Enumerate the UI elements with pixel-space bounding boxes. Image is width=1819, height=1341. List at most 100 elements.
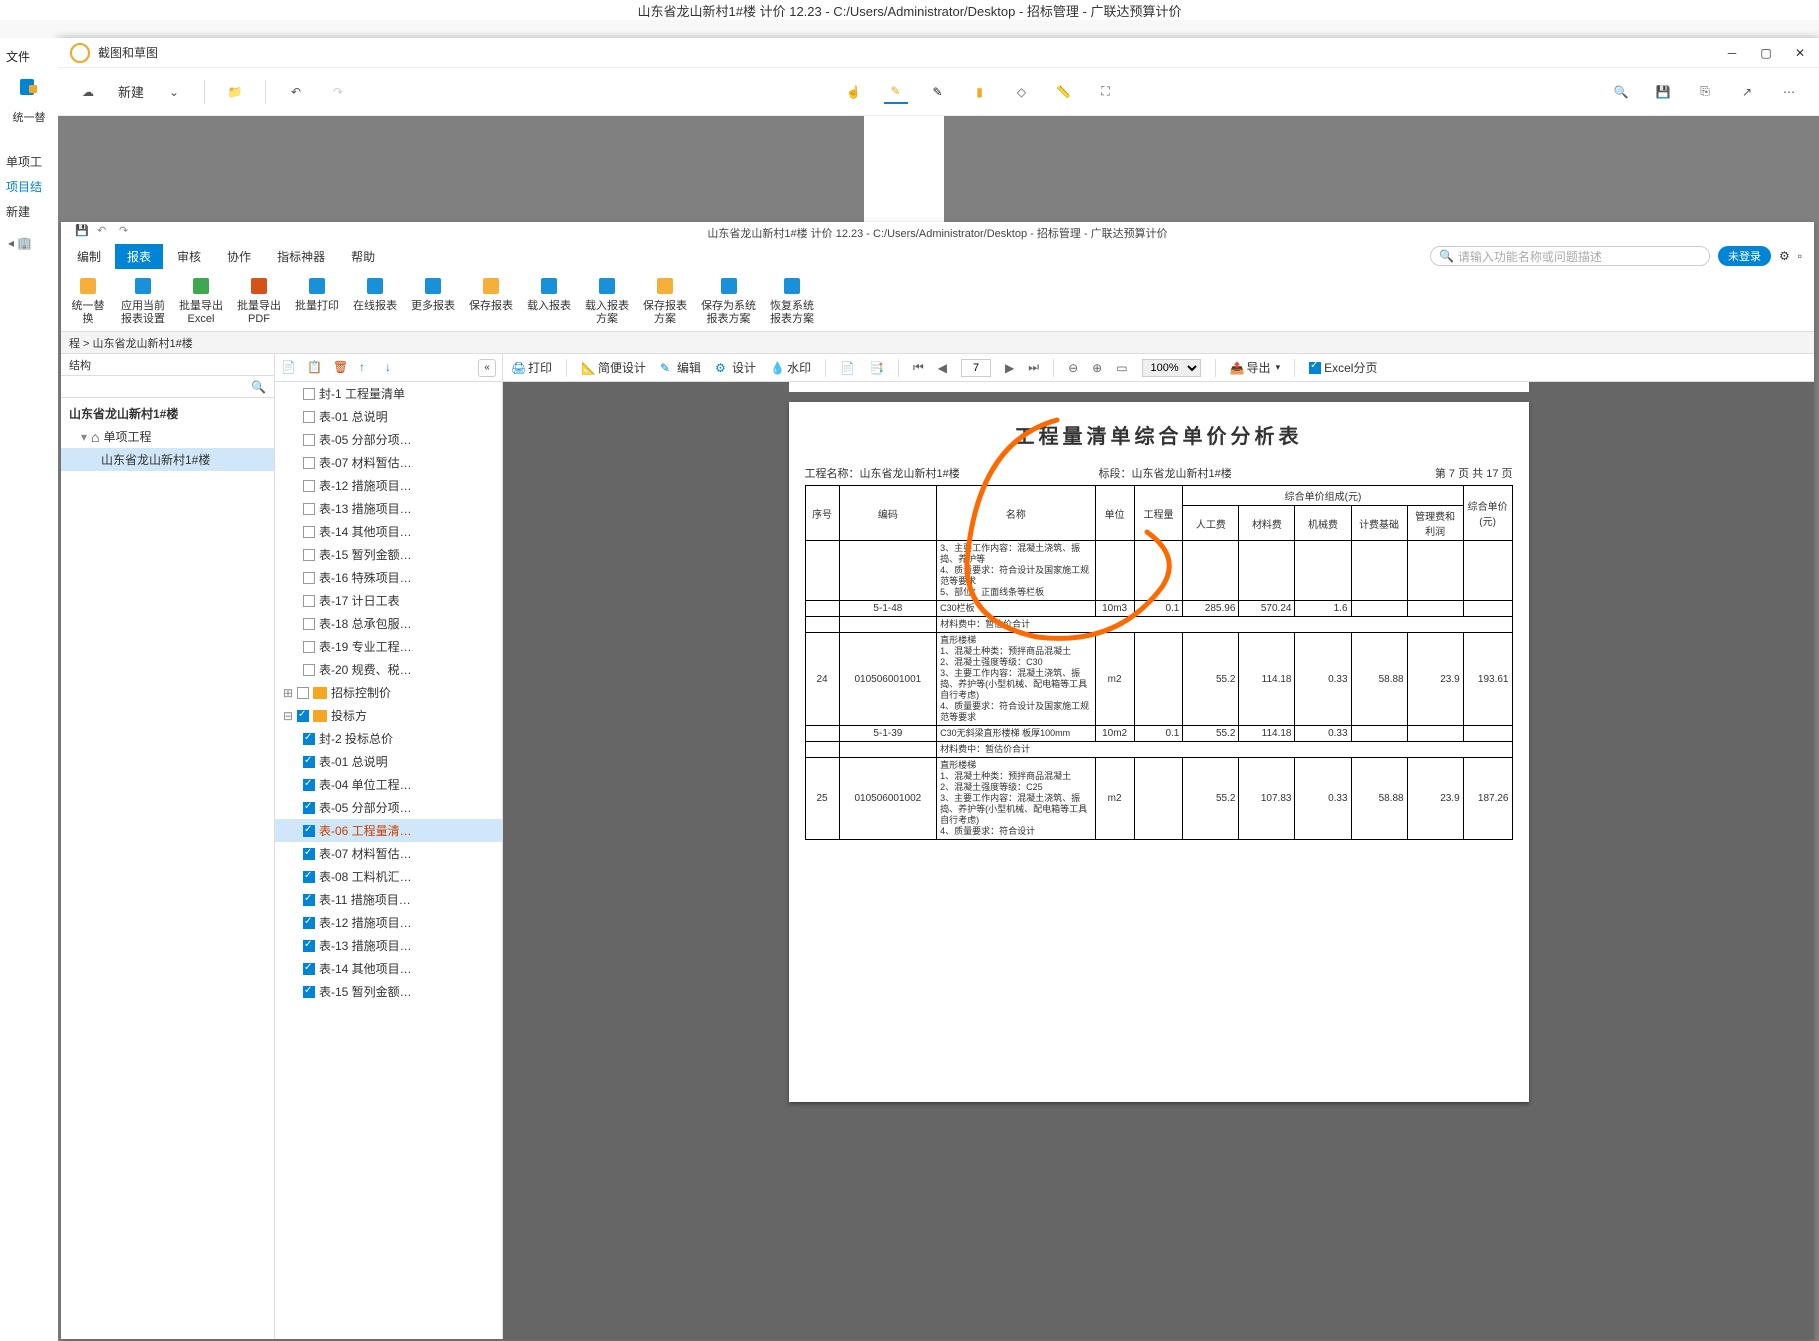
tree-node-leaf[interactable]: 山东省龙山新村1#楼 — [61, 448, 274, 471]
rt-add-icon[interactable]: 📄 — [281, 360, 297, 376]
file-menu[interactable]: 文件 — [0, 44, 58, 69]
page-setup-icon[interactable]: 📄 — [840, 361, 855, 375]
window-controls-icon[interactable]: ▫ — [1798, 249, 1802, 263]
report-tree-item[interactable]: 表-19 专业工程… — [275, 635, 502, 658]
new-snip-button[interactable]: 新建 — [118, 82, 144, 101]
ribbon-item-0[interactable]: 统一替换 — [63, 272, 113, 328]
copy-icon[interactable]: ⎘ — [1693, 80, 1717, 104]
edit-button[interactable]: ✎编辑 — [660, 359, 701, 376]
share-icon[interactable]: ↗ — [1735, 80, 1759, 104]
ribbon-item-1[interactable]: 应用当前报表设置 — [115, 272, 171, 328]
design-button[interactable]: ⚙设计 — [715, 359, 756, 376]
report-tree-item[interactable]: 表-13 措施项目… — [275, 497, 502, 520]
minimize-button[interactable]: ─ — [1725, 46, 1739, 60]
tree-search-input[interactable] — [69, 381, 251, 393]
ribbon-item-2[interactable]: 批量导出Excel — [173, 272, 229, 328]
touch-icon[interactable]: ☝ — [842, 80, 866, 104]
tree-root[interactable]: 山东省龙山新村1#楼 — [61, 402, 274, 425]
zoom-out-icon[interactable]: ⊖ — [1068, 361, 1078, 375]
export-button[interactable]: 📤导出▾ — [1230, 359, 1281, 376]
report-tree-item[interactable]: 表-20 规费、税… — [275, 658, 502, 681]
last-page-icon[interactable]: ⏭ — [1028, 360, 1039, 375]
menu-compile[interactable]: 编制 — [65, 244, 113, 269]
qat-save-icon[interactable]: 💾 — [75, 224, 91, 240]
report-tree-item[interactable]: 表-04 单位工程… — [275, 773, 502, 796]
undo-icon[interactable]: ↶ — [284, 80, 308, 104]
single-proj[interactable]: 单项工 — [0, 149, 58, 174]
menu-collab[interactable]: 协作 — [215, 244, 263, 269]
highlighter-icon[interactable]: ▮ — [968, 80, 992, 104]
report-tree-item[interactable]: 表-01 总说明 — [275, 405, 502, 428]
search-input[interactable]: 🔍请输入功能名称或问题描述 — [1430, 246, 1710, 266]
first-page-icon[interactable]: ⏮ — [913, 360, 924, 375]
zoom-select[interactable]: 100% — [1142, 359, 1201, 377]
report-tree-item[interactable]: 表-16 特殊项目… — [275, 566, 502, 589]
pen-orange-icon[interactable]: ✎ — [884, 80, 908, 104]
report-tree-item[interactable]: 表-07 材料暂估… — [275, 451, 502, 474]
ribbon-item-10[interactable]: 保存报表方案 — [637, 272, 693, 328]
ribbon-item-3[interactable]: 批量导出PDF — [231, 272, 287, 328]
project[interactable]: 项目结 — [0, 174, 58, 199]
unify-replace-icon[interactable] — [13, 71, 45, 103]
next-page-icon[interactable]: ▶ — [1005, 361, 1014, 375]
ribbon-item-9[interactable]: 载入报表方案 — [579, 272, 635, 328]
report-tree-item[interactable]: 表-15 暂列金额… — [275, 980, 502, 1003]
ribbon-item-5[interactable]: 在线报表 — [347, 272, 403, 315]
report-tree-item[interactable]: ⊟投标方 — [275, 704, 502, 727]
orientation-icon[interactable]: 📑 — [869, 361, 884, 375]
report-tree-item[interactable]: 表-06 工程量清… — [275, 819, 502, 842]
excel-paging-checkbox[interactable]: Excel分页 — [1309, 359, 1377, 376]
new[interactable]: 新建 — [0, 199, 58, 224]
ribbon-item-6[interactable]: 更多报表 — [405, 272, 461, 315]
report-tree-item[interactable]: 表-14 其他项目… — [275, 957, 502, 980]
ribbon-item-7[interactable]: 保存报表 — [463, 272, 519, 315]
ruler-icon[interactable]: 📏 — [1052, 80, 1076, 104]
prev-page-icon[interactable]: ◀ — [938, 361, 947, 375]
redo-icon[interactable]: ↷ — [326, 80, 350, 104]
report-tree-item[interactable]: 表-18 总承包服… — [275, 612, 502, 635]
zoom-in-icon[interactable]: ⊕ — [1092, 361, 1102, 375]
report-tree-item[interactable]: 表-17 计日工表 — [275, 589, 502, 612]
tree-search-icon[interactable]: 🔍 — [251, 380, 266, 394]
maximize-button[interactable]: ▢ — [1759, 46, 1773, 60]
print-button[interactable]: 🖨打印 — [511, 359, 552, 376]
close-button[interactable]: ✕ — [1793, 46, 1807, 60]
report-tree-item[interactable]: 表-05 分部分项… — [275, 428, 502, 451]
menu-report[interactable]: 报表 — [115, 244, 163, 269]
tree-node-single[interactable]: ▾单项工程 — [61, 425, 274, 448]
rt-up-icon[interactable]: ↑ — [359, 360, 375, 376]
open-icon[interactable]: 📁 — [223, 80, 247, 104]
report-tree-item[interactable]: 封-2 投标总价 — [275, 727, 502, 750]
report-tree-item[interactable]: 表-01 总说明 — [275, 750, 502, 773]
menu-index[interactable]: 指标神器 — [265, 244, 337, 269]
fit-width-icon[interactable]: ▭ — [1116, 361, 1127, 375]
eraser-icon[interactable]: ◇ — [1010, 80, 1034, 104]
new-dropdown-icon[interactable]: ⌄ — [162, 80, 186, 104]
rt-collapse-icon[interactable]: « — [478, 359, 496, 377]
rt-delete-icon[interactable]: 🗑 — [333, 360, 349, 376]
more-icon[interactable]: ⋯ — [1777, 80, 1801, 104]
report-tree-item[interactable]: 表-14 其他项目… — [275, 520, 502, 543]
report-tree-item[interactable]: ⊞招标控制价 — [275, 681, 502, 704]
save-icon[interactable]: 💾 — [1651, 80, 1675, 104]
report-tree-item[interactable]: 表-05 分部分项… — [275, 796, 502, 819]
zoom-icon[interactable]: 🔍 — [1609, 80, 1633, 104]
simple-design-button[interactable]: 📐简便设计 — [581, 359, 646, 376]
settings-icon[interactable]: ⚙ — [1779, 249, 1790, 263]
watermark-button[interactable]: 💧水印 — [770, 359, 811, 376]
report-tree-item[interactable]: 表-11 措施项目… — [275, 888, 502, 911]
preview-area[interactable]: 工程量清单综合单价分析表 工程名称：山东省龙山新村1#楼 标段：山东省龙山新村1… — [503, 382, 1814, 1339]
qat-undo-icon[interactable]: ↶ — [97, 224, 113, 240]
menu-help[interactable]: 帮助 — [339, 244, 387, 269]
report-tree-item[interactable]: 封-1 工程量清单 — [275, 382, 502, 405]
rt-down-icon[interactable]: ↓ — [385, 360, 401, 376]
cloud-icon[interactable]: ☁ — [76, 80, 100, 104]
pen-black-icon[interactable]: ✎ — [926, 80, 950, 104]
expand-tree-icon[interactable]: ◂ 🏢 — [0, 236, 58, 250]
page-number-input[interactable] — [961, 359, 991, 377]
report-tree-item[interactable]: 表-12 措施项目… — [275, 474, 502, 497]
login-button[interactable]: 未登录 — [1718, 246, 1771, 266]
report-tree-item[interactable]: 表-13 措施项目… — [275, 934, 502, 957]
report-tree-item[interactable]: 表-07 材料暂估… — [275, 842, 502, 865]
ribbon-item-12[interactable]: 恢复系统报表方案 — [764, 272, 820, 328]
